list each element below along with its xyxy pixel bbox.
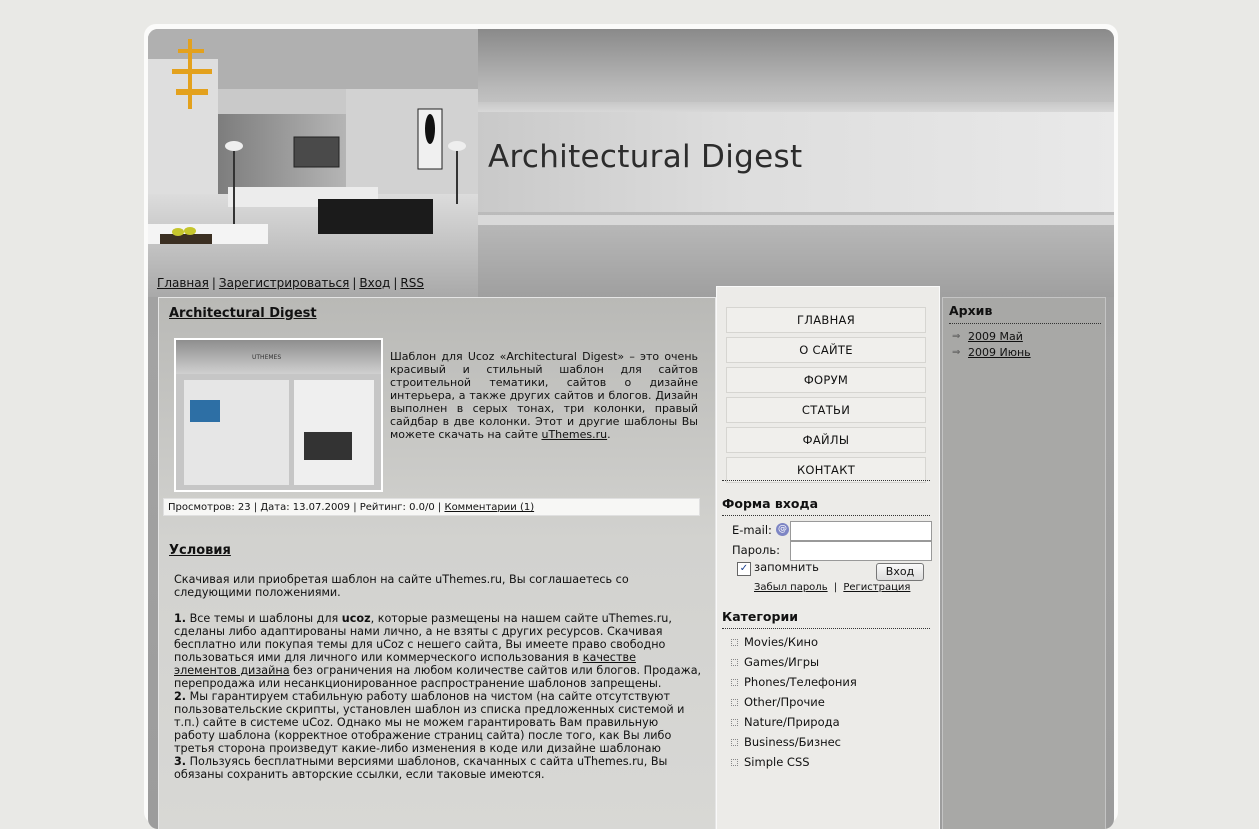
point-number: 2. bbox=[174, 690, 187, 703]
interior-photo-image bbox=[148, 29, 478, 297]
entry-title-link[interactable]: Architectural Digest bbox=[169, 306, 317, 321]
terms-text: Скачивая или приобретая шаблон на сайте … bbox=[174, 573, 702, 781]
page-frame: Architectural Digest Главная | Зарегистрир… bbox=[144, 24, 1118, 829]
top-navigation: Главная | Зарегистрироваться | Вход | RSS bbox=[157, 276, 424, 290]
archive-item: ⇒ 2009 Май bbox=[949, 329, 1031, 345]
login-form-title: Форма входа bbox=[722, 496, 819, 511]
point-number: 3. bbox=[174, 755, 187, 768]
dotted-square-icon bbox=[731, 699, 738, 706]
nav-separator: | bbox=[393, 276, 398, 290]
category-label: Business/Бизнес bbox=[744, 735, 841, 749]
archive-title: Архив bbox=[949, 303, 993, 318]
terms-point-2: 2. Мы гарантируем стабильную работу шабл… bbox=[174, 690, 702, 755]
category-item[interactable]: Simple CSS bbox=[731, 752, 931, 772]
entry-text-end: . bbox=[607, 428, 611, 441]
dotted-square-icon bbox=[731, 739, 738, 746]
header-band-low bbox=[476, 215, 1114, 225]
terms-title-link[interactable]: Условия bbox=[169, 543, 231, 558]
point-number: 1. bbox=[174, 612, 187, 625]
nav-link-login[interactable]: Вход bbox=[359, 276, 390, 290]
categories-list: Movies/Кино Games/Игры Phones/Телефония … bbox=[731, 632, 931, 772]
category-label: Phones/Телефония bbox=[744, 675, 857, 689]
dotted-square-icon bbox=[731, 659, 738, 666]
archive-link-may[interactable]: 2009 Май bbox=[968, 330, 1023, 343]
arrow-icon: ⇒ bbox=[952, 347, 961, 358]
register-link[interactable]: Регистрация bbox=[843, 582, 910, 593]
divider bbox=[722, 480, 930, 481]
nav-separator: | bbox=[352, 276, 357, 290]
category-item[interactable]: Games/Игры bbox=[731, 652, 931, 672]
divider bbox=[722, 628, 930, 629]
category-item[interactable]: Business/Бизнес bbox=[731, 732, 931, 752]
archive-item: ⇒ 2009 Июнь bbox=[949, 345, 1031, 361]
entry-meta-bar: Просмотров: 23 | Дата: 13.07.2009 | Рейт… bbox=[163, 498, 700, 516]
dotted-square-icon bbox=[731, 759, 738, 766]
template-preview-image[interactable]: UTHEMES bbox=[174, 338, 383, 492]
dotted-square-icon bbox=[731, 639, 738, 646]
nav-link-home[interactable]: Главная bbox=[157, 276, 209, 290]
preview-logo-text: UTHEMES bbox=[252, 354, 282, 361]
category-label: Nature/Природа bbox=[744, 715, 840, 729]
dotted-square-icon bbox=[731, 679, 738, 686]
nav-link-rss[interactable]: RSS bbox=[400, 276, 424, 290]
category-item[interactable]: Phones/Телефония bbox=[731, 672, 931, 692]
terms-point-1: 1. Все темы и шаблоны для ucoz, которые … bbox=[174, 612, 702, 690]
links-separator: | bbox=[833, 582, 838, 593]
menu-item-articles[interactable]: СТАТЬИ bbox=[726, 397, 926, 423]
archive-link-june[interactable]: 2009 Июнь bbox=[968, 346, 1031, 359]
entry-description: Шаблон для Ucoz «Architectural Digest» –… bbox=[390, 350, 698, 441]
main-menu: ГЛАВНАЯ О САЙТЕ ФОРУМ СТАТЬИ ФАЙЛЫ КОНТА… bbox=[726, 307, 926, 487]
arrow-icon: ⇒ bbox=[952, 331, 961, 342]
nav-link-register[interactable]: Зарегистрироваться bbox=[219, 276, 349, 290]
comments-link[interactable]: Комментарии (1) bbox=[444, 502, 534, 513]
checkmark-icon: ✓ bbox=[739, 563, 749, 574]
login-links: Забыл пароль | Регистрация bbox=[754, 582, 910, 593]
category-item[interactable]: Nature/Природа bbox=[731, 712, 931, 732]
menu-item-files[interactable]: ФАЙЛЫ bbox=[726, 427, 926, 453]
category-label: Games/Игры bbox=[744, 655, 820, 669]
email-label: E-mail: bbox=[732, 523, 772, 537]
category-item[interactable]: Other/Прочие bbox=[731, 692, 931, 712]
sidebar-middle: ГЛАВНАЯ О САЙТЕ ФОРУМ СТАТЬИ ФАЙЛЫ КОНТА… bbox=[716, 286, 940, 829]
terms-bold: ucoz bbox=[341, 612, 371, 625]
category-label: Other/Прочие bbox=[744, 695, 825, 709]
remember-checkbox[interactable]: ✓ bbox=[737, 562, 751, 576]
password-field[interactable] bbox=[790, 541, 932, 561]
archive-list: ⇒ 2009 Май ⇒ 2009 Июнь bbox=[949, 329, 1031, 361]
site-title: Architectural Digest bbox=[488, 139, 803, 175]
email-field[interactable] bbox=[790, 521, 932, 541]
menu-item-about[interactable]: О САЙТЕ bbox=[726, 337, 926, 363]
category-label: Movies/Кино bbox=[744, 635, 819, 649]
main-content: Architectural Digest UTHEMES Шаблон для … bbox=[158, 297, 716, 829]
terms-text-span: Пользуясь бесплатными версиями шаблонов,… bbox=[174, 755, 668, 781]
at-sign-icon: @ bbox=[776, 523, 789, 536]
uthemes-link[interactable]: uThemes.ru bbox=[541, 428, 607, 441]
terms-point-3: 3. Пользуясь бесплатными версиями шаблон… bbox=[174, 755, 702, 781]
remember-label: запомнить bbox=[754, 560, 819, 574]
terms-text-span: Мы гарантируем стабильную работу шаблоно… bbox=[174, 690, 685, 755]
password-row: Пароль: bbox=[732, 541, 932, 561]
email-row: E-mail: @ bbox=[732, 521, 932, 541]
forgot-password-link[interactable]: Забыл пароль bbox=[754, 582, 828, 593]
divider bbox=[722, 515, 930, 516]
entry-meta-text: Просмотров: 23 | Дата: 13.07.2009 | Рейт… bbox=[168, 502, 445, 513]
page-inner: Architectural Digest Главная | Зарегистрир… bbox=[148, 29, 1114, 829]
menu-item-forum[interactable]: ФОРУМ bbox=[726, 367, 926, 393]
menu-item-home[interactable]: ГЛАВНАЯ bbox=[726, 307, 926, 333]
password-label: Пароль: bbox=[732, 543, 781, 557]
divider bbox=[949, 323, 1101, 324]
terms-intro: Скачивая или приобретая шаблон на сайте … bbox=[174, 573, 629, 599]
terms-text-span: Все темы и шаблоны для bbox=[186, 612, 342, 625]
login-submit-button[interactable]: Вход bbox=[876, 563, 924, 581]
dotted-square-icon bbox=[731, 719, 738, 726]
category-item[interactable]: Movies/Кино bbox=[731, 632, 931, 652]
header: Architectural Digest Главная | Зарегистрир… bbox=[148, 29, 1114, 297]
categories-title: Категории bbox=[722, 609, 798, 624]
nav-separator: | bbox=[211, 276, 216, 290]
category-label: Simple CSS bbox=[744, 755, 810, 769]
sidebar-right: Архив ⇒ 2009 Май ⇒ 2009 Июнь bbox=[942, 297, 1106, 829]
